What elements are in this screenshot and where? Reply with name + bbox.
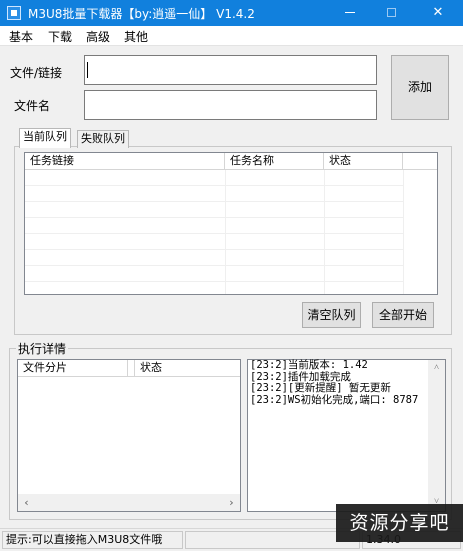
menu-other[interactable]: 其他 <box>124 28 148 45</box>
maximize-button[interactable] <box>371 0 411 26</box>
log-line: [23:2]当前版本: 1.42 <box>250 359 368 371</box>
menu-basic[interactable]: 基本 <box>9 28 33 45</box>
window-title: M3U8批量下载器【by:逍遥一仙】 V1.4.2 <box>28 7 255 21</box>
table-row <box>25 170 403 186</box>
tab-current-queue[interactable]: 当前队列 <box>19 128 71 148</box>
file-name-label: 文件名 <box>14 99 51 113</box>
status-hint: 提示:可以直接拖入M3U8文件哦 <box>2 531 183 549</box>
table-row <box>25 250 403 266</box>
horizontal-scrollbar[interactable]: ‹ › <box>18 494 240 511</box>
start-all-button[interactable]: 全部开始 <box>372 302 434 328</box>
column-status[interactable]: 状态 <box>324 153 403 170</box>
file-link-input[interactable] <box>84 55 377 85</box>
log-line: [23:2]WS初始化完成,端口: 8787 <box>250 393 419 406</box>
menu-download[interactable]: 下载 <box>48 28 72 45</box>
menu-advanced[interactable]: 高级 <box>86 28 110 45</box>
vertical-scrollbar[interactable]: ˄ ˅ <box>428 360 445 511</box>
watermark: 资源分享吧 <box>336 504 463 542</box>
segments-table[interactable]: 文件分片 状态 ‹ › <box>17 359 241 512</box>
clear-queue-button[interactable]: 清空队列 <box>302 302 361 328</box>
grid-line <box>403 170 404 294</box>
table-row <box>25 266 403 282</box>
file-name-input[interactable] <box>84 90 377 120</box>
column-file-segment[interactable]: 文件分片 <box>18 360 128 377</box>
scroll-right-icon[interactable]: › <box>223 494 240 511</box>
table-row <box>25 186 403 202</box>
text-caret <box>87 62 88 78</box>
queue-table[interactable]: 任务链接 任务名称 状态 <box>24 152 438 295</box>
close-button[interactable]: ✕ <box>418 0 458 26</box>
scroll-left-icon[interactable]: ‹ <box>18 494 35 511</box>
details-group-label: 执行详情 <box>16 340 69 357</box>
maximize-icon <box>386 8 396 17</box>
minimize-icon <box>345 12 355 13</box>
log-line: [23:2][更新提醒] 暂无更新 <box>250 382 391 394</box>
status-middle <box>185 531 360 549</box>
column-task-name[interactable]: 任务名称 <box>225 153 324 170</box>
tab-failed-queue[interactable]: 失败队列 <box>77 130 129 148</box>
column-segment-status[interactable]: 状态 <box>135 360 240 377</box>
log-box[interactable]: [23:2]当前版本: 1.42 [23:2]插件加载完成 [23:2][更新提… <box>247 359 446 512</box>
menu-bar: 基本 下载 高级 其他 <box>0 26 463 46</box>
column-divider[interactable] <box>128 360 135 377</box>
column-task-link[interactable]: 任务链接 <box>25 153 225 170</box>
app-icon <box>7 6 21 20</box>
scroll-up-icon[interactable]: ˄ <box>428 360 445 377</box>
add-button[interactable]: 添加 <box>391 55 449 120</box>
file-link-label: 文件/链接 <box>10 66 63 80</box>
title-bar: M3U8批量下载器【by:逍遥一仙】 V1.4.2 ✕ <box>0 0 463 26</box>
queue-table-header: 任务链接 任务名称 状态 <box>25 153 437 170</box>
table-row <box>25 234 403 250</box>
minimize-button[interactable] <box>330 0 370 26</box>
table-row <box>25 218 403 234</box>
table-row <box>25 202 403 218</box>
segments-table-header: 文件分片 状态 <box>18 360 240 377</box>
